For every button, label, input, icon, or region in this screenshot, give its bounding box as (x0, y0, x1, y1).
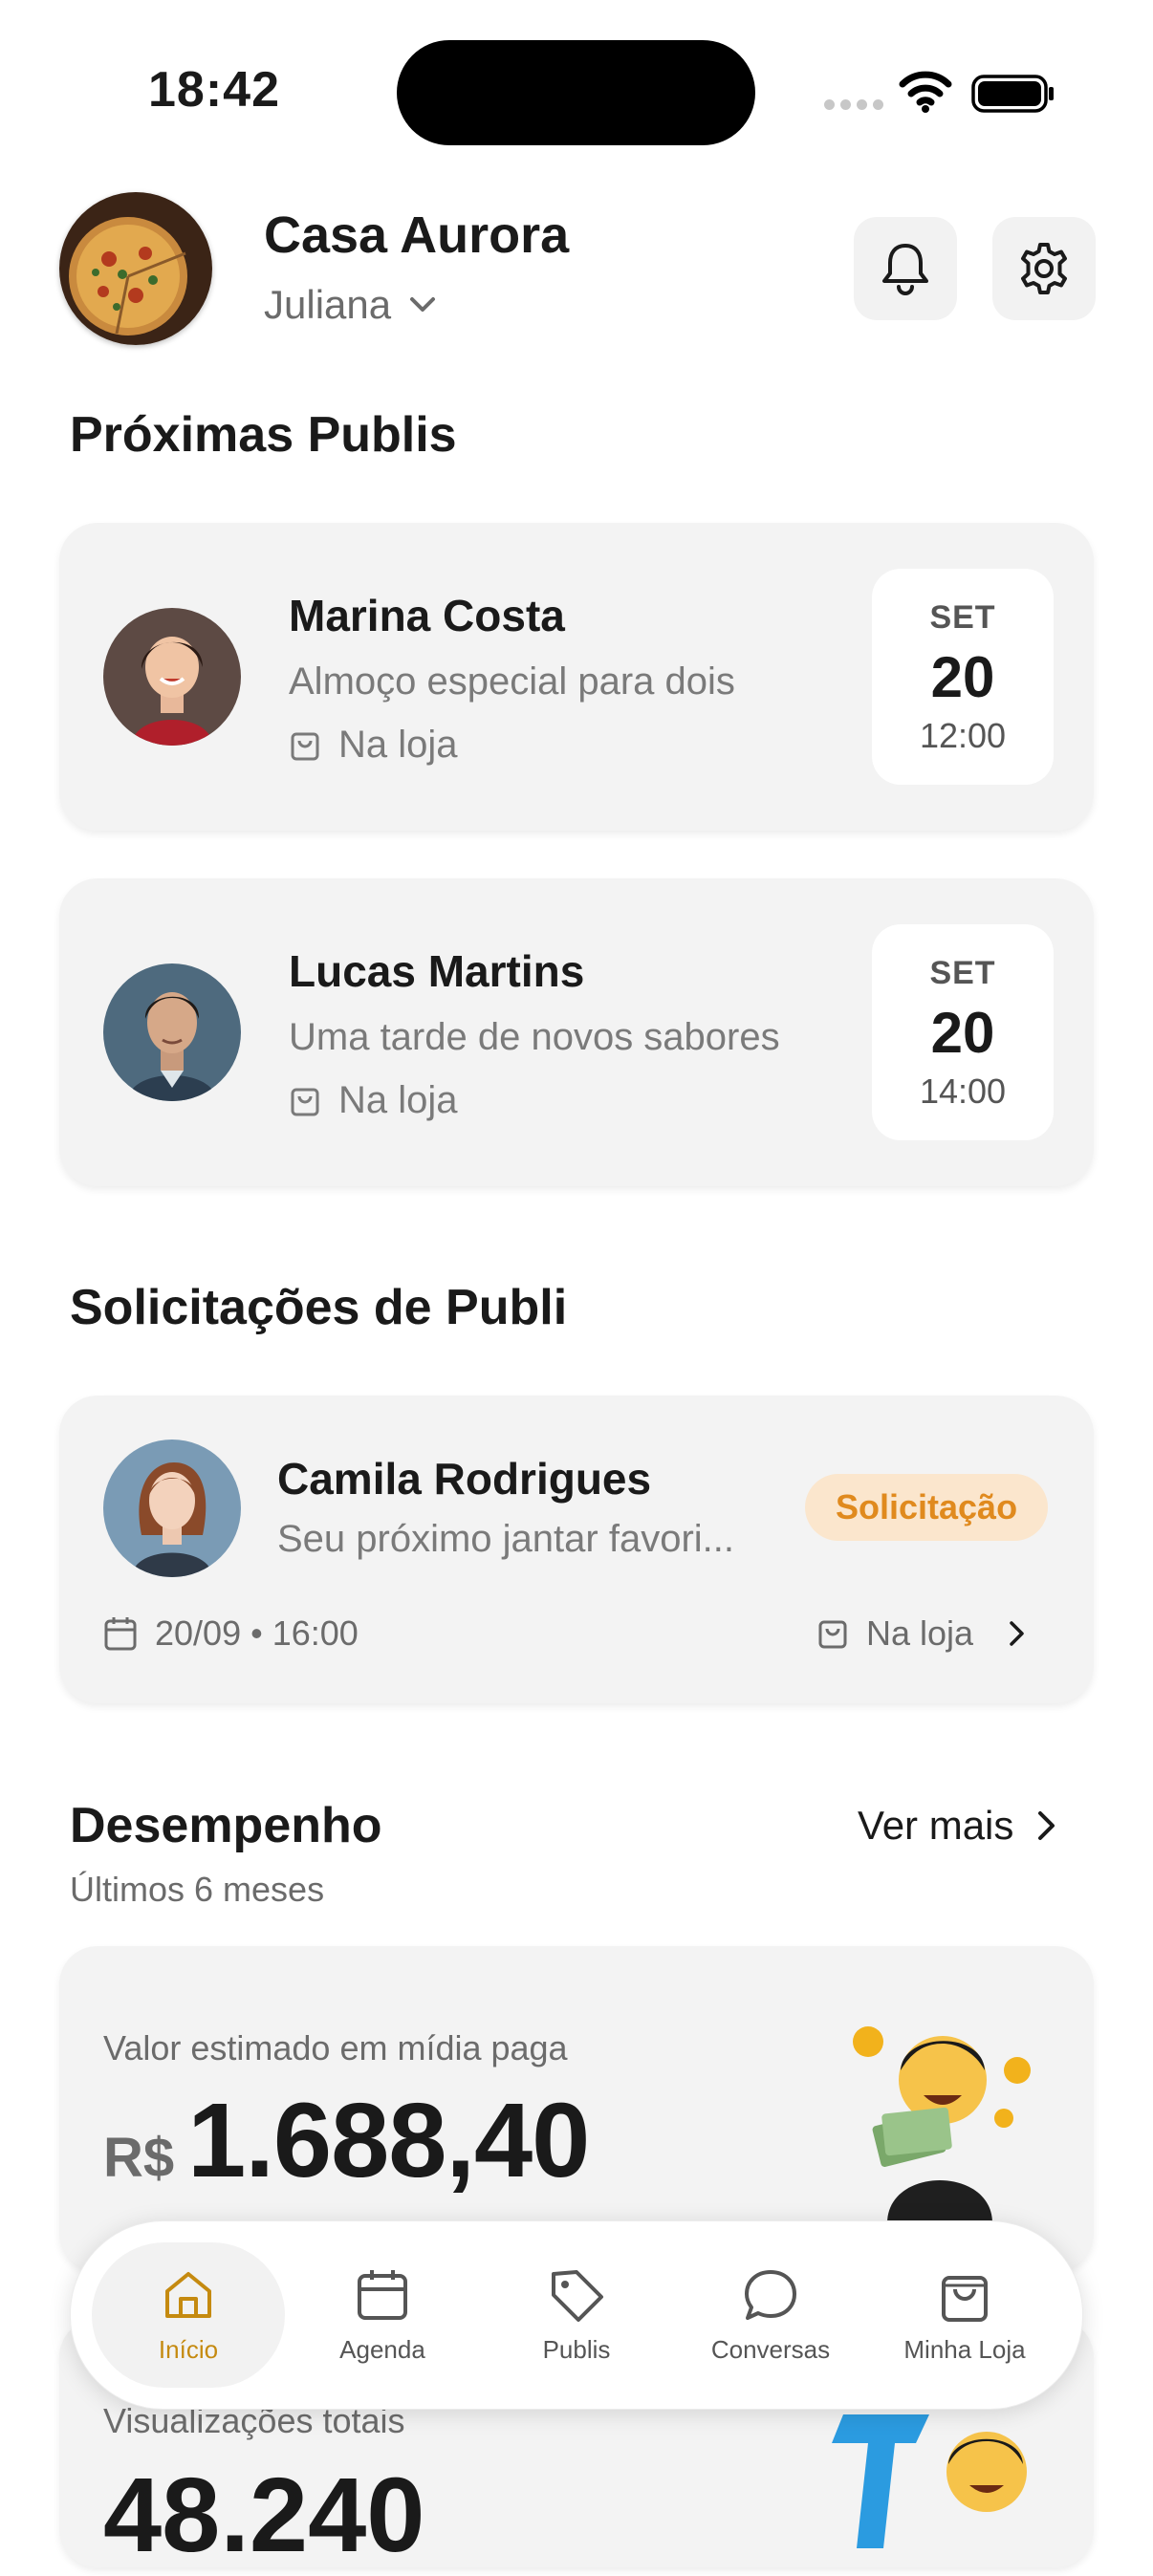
calendar-icon (358, 2269, 407, 2320)
trophy-emoji-illustration (832, 2414, 1027, 2548)
home-icon (165, 2271, 211, 2318)
shopping-bag-icon (291, 732, 319, 760)
status-badge: Solicitação (805, 1474, 1049, 1541)
request-datetime: 20/09 • 16:00 (103, 1613, 359, 1654)
date-time: 14:00 (919, 1072, 1007, 1111)
date-day: 20 (930, 1001, 995, 1065)
battery-icon (971, 75, 1054, 113)
store-avatar[interactable] (59, 192, 212, 345)
chevron-right-icon (1010, 1621, 1024, 1646)
influencer-name: Marina Costa (289, 591, 565, 640)
date-time: 12:00 (919, 716, 1007, 755)
request-card[interactable]: Camila Rodrigues Seu próximo jantar favo… (59, 1396, 1094, 1703)
performance-subtitle: Últimos 6 meses (70, 1870, 325, 1909)
date-day: 20 (930, 645, 995, 709)
location-label: Na loja (866, 1613, 974, 1653)
request-time: 16:00 (272, 1613, 359, 1653)
date-month: SET (929, 955, 996, 991)
shopping-bag-icon (942, 2275, 988, 2322)
date-month: SET (929, 599, 996, 636)
money-emoji-illustration (853, 2026, 1031, 2223)
upcoming-card[interactable]: Marina Costa Almoço especial para dois N… (59, 523, 1094, 831)
influencer-name: Camila Rodrigues (277, 1454, 652, 1504)
gear-icon (1021, 243, 1067, 294)
tag-icon (552, 2269, 603, 2322)
request-description: Seu próximo jantar favori... (277, 1518, 734, 1560)
chevron-right-icon (1038, 1811, 1055, 1840)
location-label: Na loja (338, 1079, 458, 1121)
nav-label: Agenda (339, 2334, 425, 2364)
publi-date-box: SET 20 14:00 (872, 924, 1054, 1140)
see-more-link[interactable]: Ver mais (858, 1803, 1057, 1849)
upcoming-section-title: Próximas Publis (70, 407, 457, 463)
request-date: 20/09 (155, 1613, 242, 1653)
nav-label: Publis (542, 2334, 611, 2364)
publi-location: Na loja (289, 724, 458, 767)
nav-item-publis[interactable]: Publis (481, 2221, 672, 2409)
nav-label: Início (158, 2334, 219, 2364)
publi-description: Almoço especial para dois (289, 660, 735, 703)
currency-symbol: R$ (103, 2127, 175, 2189)
paid-media-value: 1.688,40 (187, 2082, 590, 2199)
upcoming-card[interactable]: Lucas Martins Uma tarde de novos sabores… (59, 878, 1094, 1186)
publi-description: Uma tarde de novos sabores (289, 1016, 780, 1058)
nav-item-agenda[interactable]: Agenda (287, 2221, 478, 2409)
notifications-button[interactable] (854, 217, 957, 320)
nav-item-conversas[interactable]: Conversas (675, 2221, 866, 2409)
chat-icon (745, 2269, 796, 2320)
see-more-label: Ver mais (858, 1803, 1014, 1848)
request-location: Na loja (816, 1613, 1027, 1654)
publi-location: Na loja (289, 1079, 458, 1122)
chevron-down-icon (410, 297, 436, 312)
wifi-icon (899, 71, 952, 113)
store-name: Casa Aurora (264, 206, 570, 264)
paid-media-label: Valor estimado em mídia paga (103, 2028, 568, 2067)
influencer-avatar (103, 608, 241, 746)
nav-label: Minha Loja (903, 2334, 1026, 2364)
influencer-avatar (103, 1440, 241, 1577)
influencer-avatar (103, 963, 241, 1101)
calendar-icon (104, 1617, 137, 1651)
bell-icon (882, 244, 928, 295)
shopping-bag-icon (818, 1620, 847, 1649)
nav-item-minha-loja[interactable]: Minha Loja (869, 2221, 1060, 2409)
publi-date-box: SET 20 12:00 (872, 569, 1054, 785)
location-label: Na loja (338, 724, 458, 766)
bottom-navigation: Início Agenda Publis Conversas Minha Loj… (70, 2220, 1083, 2410)
views-value: 48.240 (103, 2457, 425, 2574)
nav-label: Conversas (710, 2334, 831, 2364)
cellular-signal-icon (824, 99, 883, 110)
user-switcher[interactable]: Juliana (264, 282, 437, 328)
settings-button[interactable] (992, 217, 1096, 320)
requests-section-title: Solicitações de Publi (70, 1280, 568, 1335)
user-name: Juliana (264, 282, 392, 327)
nav-item-inicio[interactable]: Início (93, 2221, 284, 2409)
performance-section-title: Desempenho (70, 1798, 382, 1853)
shopping-bag-icon (291, 1088, 319, 1115)
pizza-image (59, 192, 212, 345)
status-time: 18:42 (148, 62, 280, 118)
dynamic-island (397, 40, 755, 145)
influencer-name: Lucas Martins (289, 946, 585, 996)
paid-media-amount: R$ 1.688,40 (103, 2080, 590, 2201)
